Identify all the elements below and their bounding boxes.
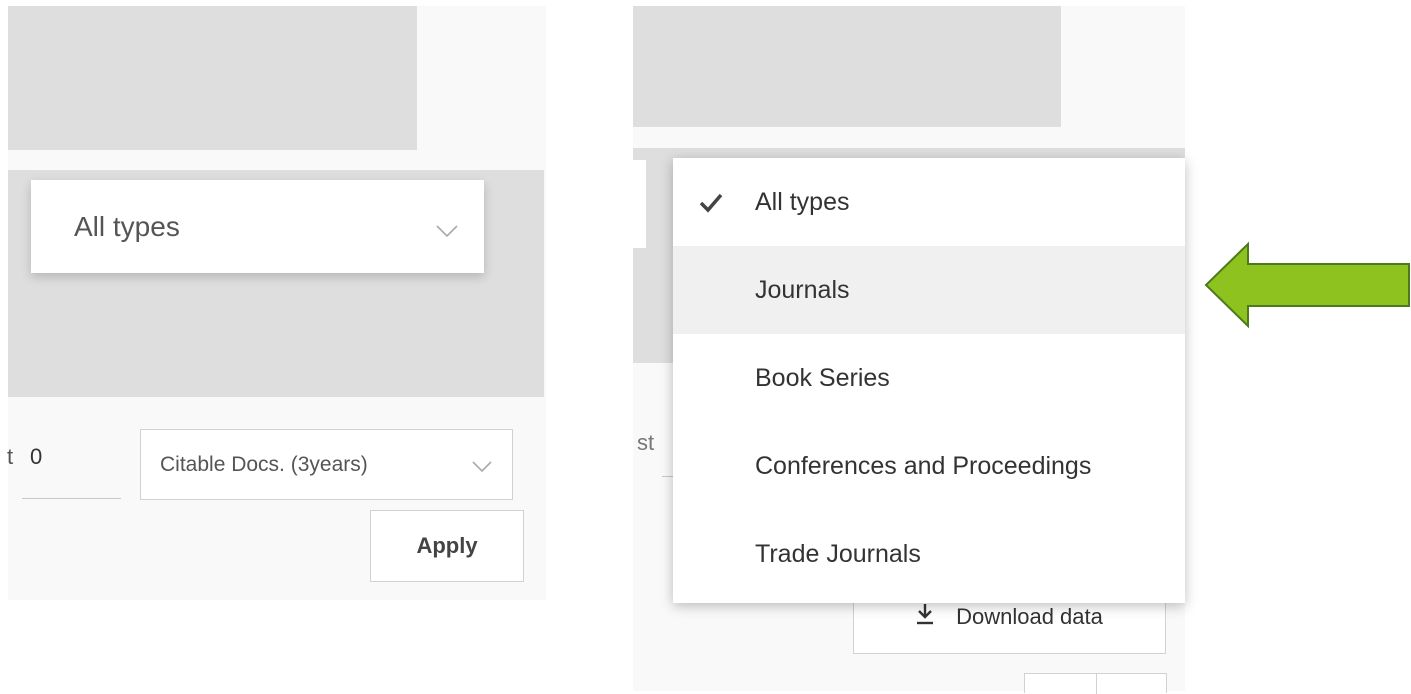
checkmark-icon — [699, 191, 723, 220]
type-dropdown-menu: All types Journals Book Series Conferenc… — [673, 158, 1185, 603]
dropdown-option-label: All types — [755, 187, 850, 216]
min-threshold-label: st — [637, 430, 655, 455]
type-select-value: All types — [74, 210, 180, 242]
chevron-down-icon — [436, 213, 458, 245]
min-threshold-underline — [22, 498, 121, 499]
annotation-arrow — [1204, 241, 1410, 329]
dropdown-option-conferences-and-proceedings[interactable]: Conferences and Proceedings — [673, 422, 1185, 510]
dropdown-option-label: Conferences and Proceedings — [755, 451, 1092, 480]
type-select-edge[interactable] — [633, 160, 646, 248]
ad-placeholder — [633, 6, 1061, 127]
pagination[interactable] — [1024, 673, 1167, 694]
metric-select[interactable]: Citable Docs. (3years) — [140, 429, 513, 500]
min-threshold-label: t — [7, 444, 14, 469]
dropdown-option-label: Book Series — [755, 363, 890, 392]
dropdown-option-trade-journals[interactable]: Trade Journals — [673, 510, 1185, 598]
dropdown-option-journals[interactable]: Journals — [673, 246, 1185, 334]
dropdown-option-book-series[interactable]: Book Series — [673, 334, 1185, 422]
pagination-divider — [1096, 674, 1097, 694]
chevron-down-icon — [472, 455, 492, 479]
dropdown-option-label: Journals — [755, 275, 850, 304]
dropdown-option-label: Trade Journals — [755, 539, 921, 568]
apply-button[interactable]: Apply — [370, 510, 524, 582]
ad-placeholder — [8, 6, 417, 150]
download-data-label: Download data — [956, 604, 1103, 629]
min-threshold-input[interactable]: 0 — [30, 444, 42, 470]
dropdown-option-all-types[interactable]: All types — [673, 158, 1185, 246]
download-icon — [916, 603, 934, 631]
type-select[interactable]: All types — [31, 180, 484, 273]
metric-select-value: Citable Docs. (3years) — [160, 452, 368, 476]
